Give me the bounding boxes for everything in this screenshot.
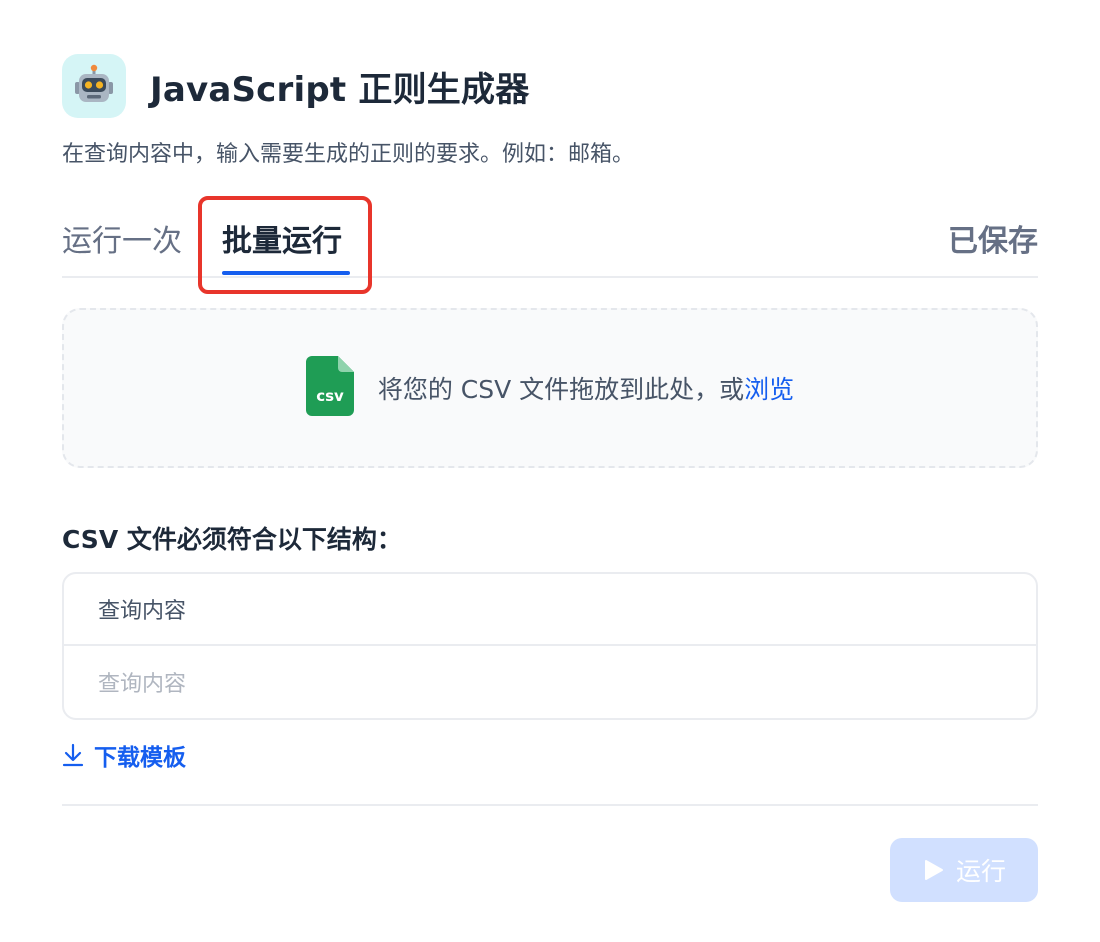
robot-icon bbox=[62, 54, 126, 118]
dropzone-text: 将您的 CSV 文件拖放到此处，或 bbox=[377, 375, 745, 404]
play-icon bbox=[922, 858, 944, 882]
csv-icon-text: csv bbox=[316, 387, 344, 405]
download-template-label: 下载模板 bbox=[94, 745, 186, 771]
app-description: 在查询内容中，输入需要生成的正则的要求。例如：邮箱。 bbox=[62, 142, 635, 167]
download-template-link[interactable]: 下载模板 bbox=[62, 738, 186, 772]
browse-link[interactable]: 浏览 bbox=[744, 370, 794, 406]
app-title: JavaScript 正则生成器 bbox=[150, 69, 530, 110]
tab-saved[interactable]: 已保存 bbox=[948, 216, 1038, 260]
run-button[interactable]: 运行 bbox=[890, 838, 1038, 902]
csv-dropzone[interactable]: csv 将您的 CSV 文件拖放到此处，或 浏览 bbox=[62, 308, 1038, 468]
highlight-annotation-box bbox=[198, 196, 372, 294]
csv-structure-table: 查询内容 查询内容 bbox=[62, 572, 1038, 720]
csv-file-icon: csv bbox=[305, 356, 356, 420]
csv-structure-label: CSV 文件必须符合以下结构： bbox=[62, 525, 402, 554]
run-button-label: 运行 bbox=[955, 857, 1006, 886]
structure-sample-cell: 查询内容 bbox=[98, 672, 187, 697]
section-divider bbox=[62, 804, 1038, 806]
download-icon bbox=[62, 743, 84, 767]
app-header: JavaScript 正则生成器 bbox=[62, 54, 529, 118]
tab-run-once[interactable]: 运行一次 bbox=[62, 216, 182, 260]
structure-header-cell: 查询内容 bbox=[64, 574, 1036, 646]
